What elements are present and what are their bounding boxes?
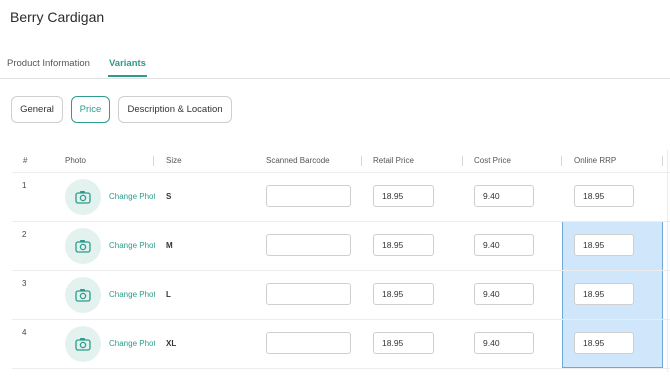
scanned-barcode-input[interactable] (266, 283, 351, 305)
cost-price-input[interactable] (474, 283, 534, 305)
online-rrp-input[interactable] (574, 332, 634, 354)
table-header: # Photo Size Scanned Barcode Retail Pric… (12, 150, 670, 173)
header-size: Size (166, 156, 182, 165)
size-value: M (166, 241, 173, 250)
change-photo-link[interactable]: Change Photo (109, 192, 155, 201)
header-separator (662, 156, 663, 166)
camera-icon (75, 289, 91, 302)
retail-price-input[interactable] (373, 185, 434, 207)
header-online-rrp: Online RRP (574, 156, 617, 165)
change-photo-link[interactable]: Change Photo (109, 290, 155, 299)
change-photo-link[interactable]: Change Photo (109, 241, 155, 250)
table-row: 4 Change Photo XL (12, 319, 670, 369)
online-rrp-input[interactable] (574, 283, 634, 305)
header-separator (462, 156, 463, 166)
row-number: 4 (22, 328, 27, 337)
scanned-barcode-input[interactable] (266, 332, 351, 354)
change-photo-link[interactable]: Change Photo (109, 339, 155, 348)
tab-product-information[interactable]: Product Information (7, 58, 90, 69)
change-photo-button[interactable] (65, 228, 101, 264)
header-separator (561, 156, 562, 166)
row-number: 3 (22, 279, 27, 288)
scanned-barcode-input[interactable] (266, 185, 351, 207)
subtab-general[interactable]: General (11, 96, 63, 123)
tab-variants[interactable]: Variants (109, 58, 146, 69)
cost-price-input[interactable] (474, 332, 534, 354)
camera-icon (75, 191, 91, 204)
header-separator (153, 156, 154, 166)
size-value: L (166, 290, 171, 299)
online-rrp-input[interactable] (574, 185, 634, 207)
cost-price-input[interactable] (474, 234, 534, 256)
header-cost-price: Cost Price (474, 156, 511, 165)
retail-price-input[interactable] (373, 332, 434, 354)
page-title: Berry Cardigan (10, 9, 105, 25)
scanned-barcode-input[interactable] (266, 234, 351, 256)
change-photo-button[interactable] (65, 277, 101, 313)
camera-icon (75, 240, 91, 253)
size-value: XL (166, 339, 177, 348)
cost-price-input[interactable] (474, 185, 534, 207)
size-value: S (166, 192, 172, 201)
retail-price-input[interactable] (373, 234, 434, 256)
row-number: 2 (22, 230, 27, 239)
header-num: # (23, 156, 28, 165)
active-tab-indicator (108, 75, 147, 77)
table-row: 3 Change Photo L (12, 270, 670, 320)
subtab-price[interactable]: Price (71, 96, 110, 123)
header-photo: Photo (65, 156, 86, 165)
change-photo-button[interactable] (65, 326, 101, 362)
subtab-description-location[interactable]: Description & Location (118, 96, 232, 123)
table-row: 2 Change Photo M (12, 221, 670, 271)
header-retail-price: Retail Price (373, 156, 414, 165)
change-photo-button[interactable] (65, 179, 101, 215)
camera-icon (75, 338, 91, 351)
variants-price-table: # Photo Size Scanned Barcode Retail Pric… (12, 150, 670, 372)
row-number: 1 (22, 181, 27, 190)
header-separator (361, 156, 362, 166)
header-scanned-barcode: Scanned Barcode (266, 156, 330, 165)
table-row: 1 Change Photo S (12, 172, 670, 222)
main-tabs: Product Information Variants (0, 52, 670, 79)
online-rrp-input[interactable] (574, 234, 634, 256)
retail-price-input[interactable] (373, 283, 434, 305)
